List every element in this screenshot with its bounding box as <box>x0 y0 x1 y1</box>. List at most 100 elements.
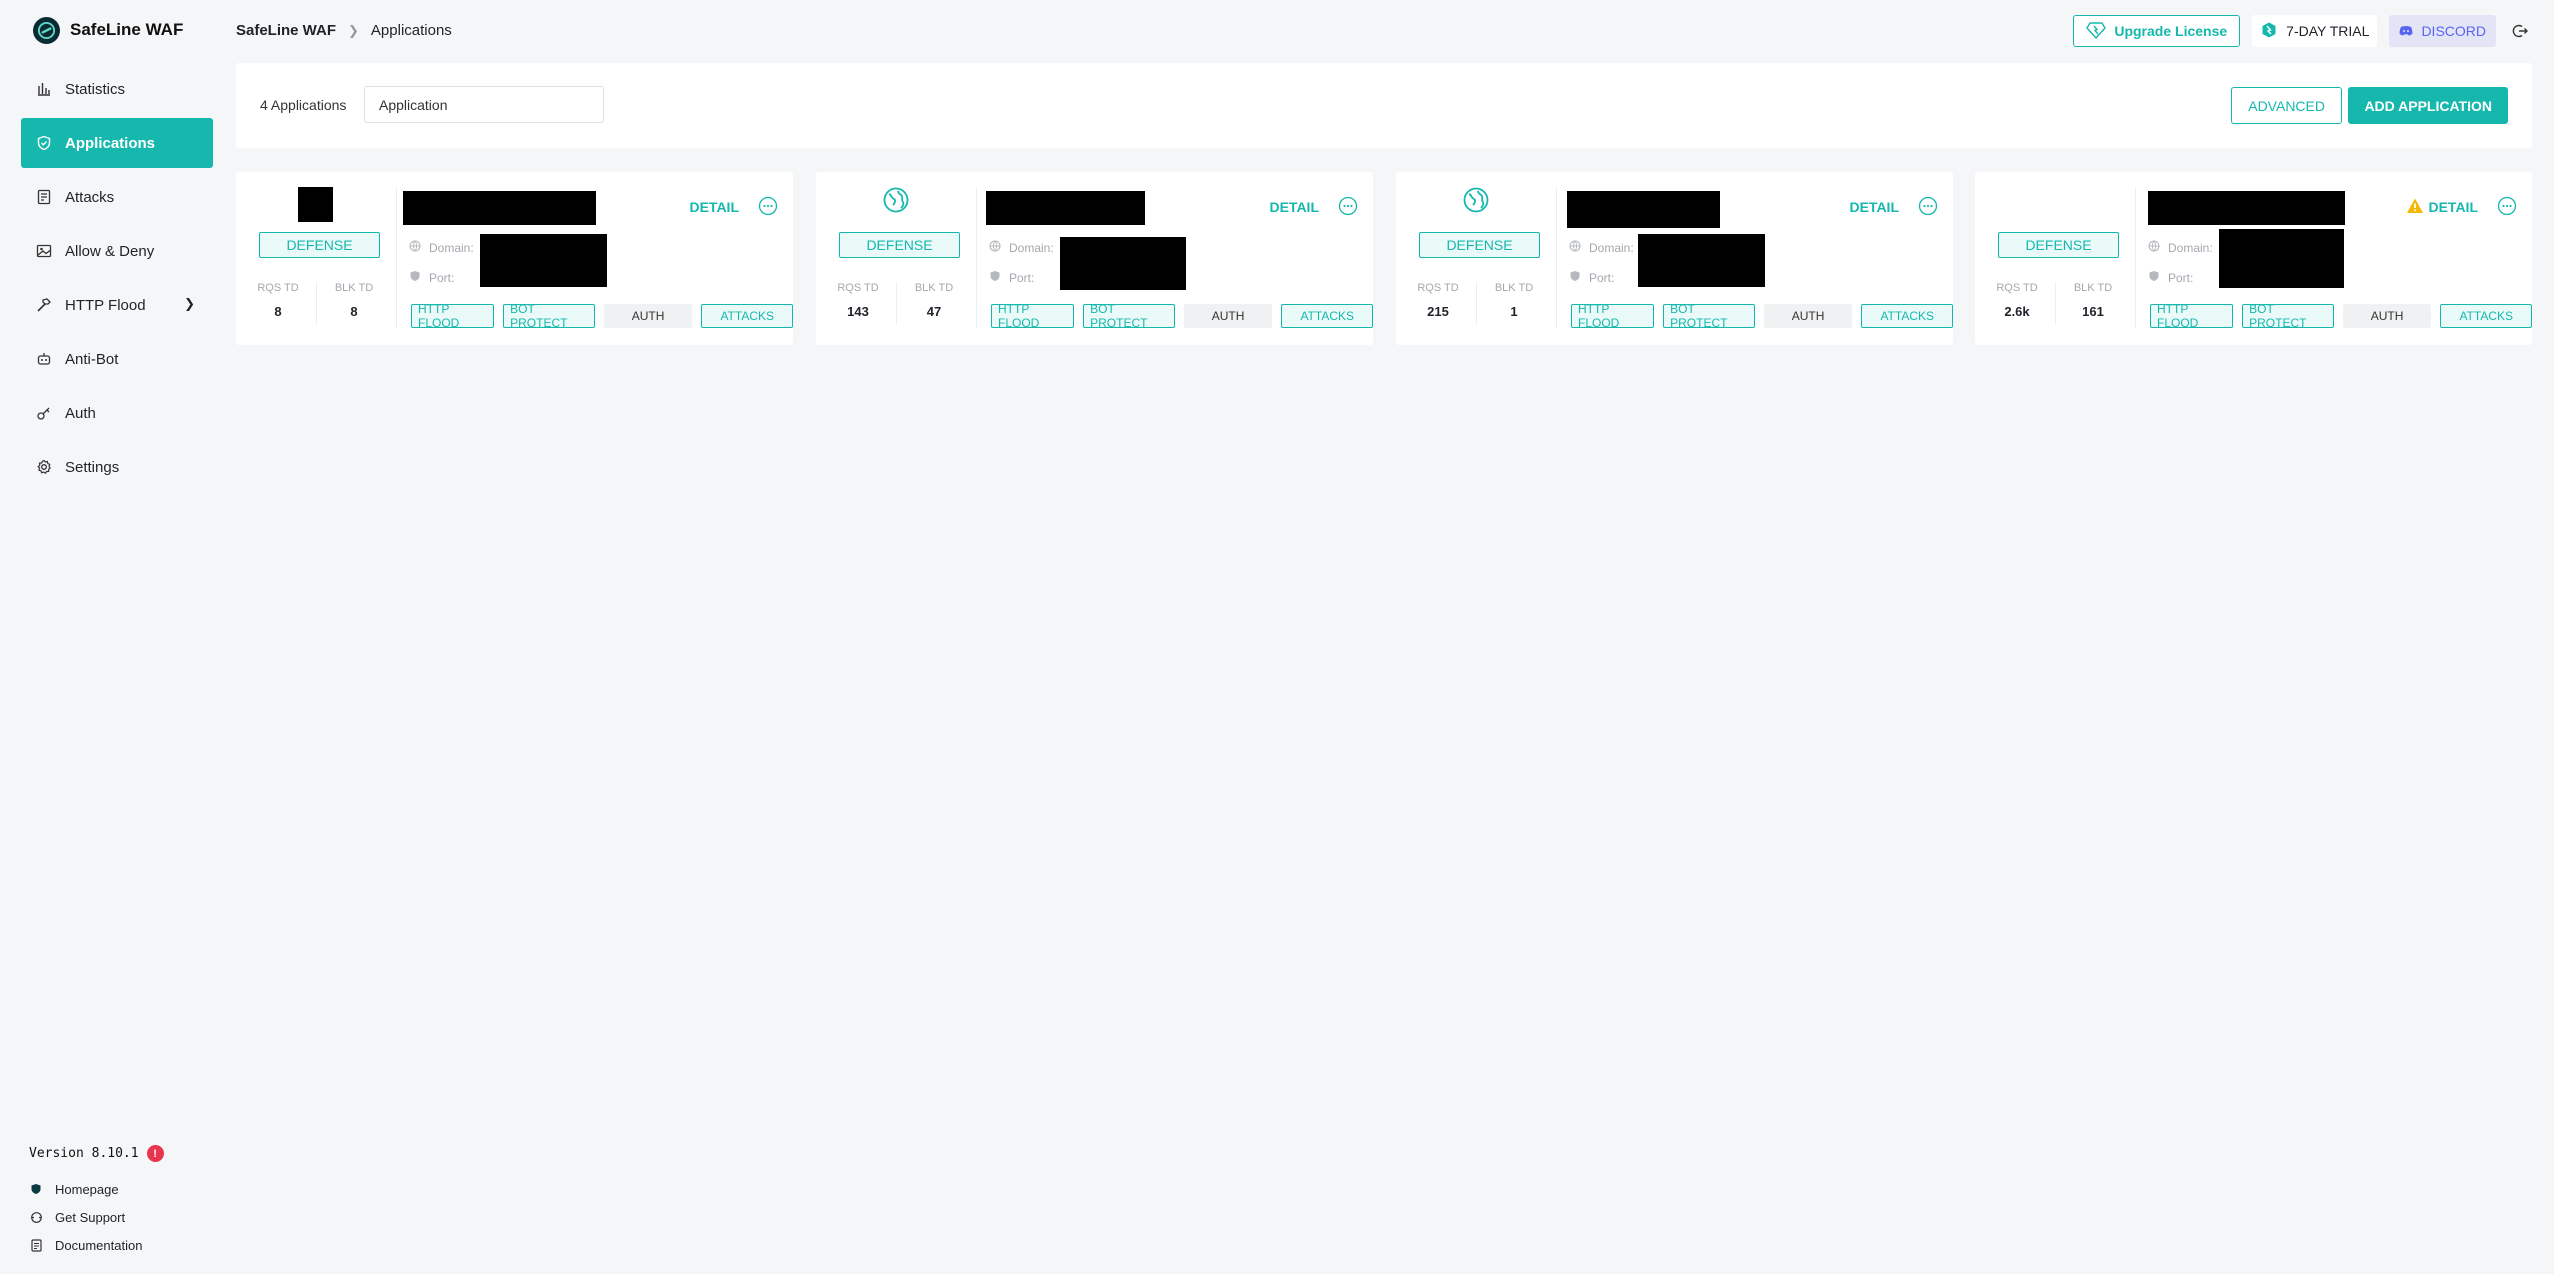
shield-icon <box>35 134 53 152</box>
app-name-redacted <box>1567 191 1720 228</box>
application-card[interactable]: DEFENSE RQS TD 8 BLK TD 8 DETAIL Domain:… <box>236 172 793 345</box>
version-label: Version 8.10.1 <box>29 1146 139 1161</box>
applications-toolbar: 4 Applications ADVANCED ADD APPLICATION <box>236 63 2532 148</box>
brand[interactable]: SafeLine WAF <box>33 15 183 45</box>
documentation-link[interactable]: Documentation <box>29 1231 142 1259</box>
blk-label: BLK TD <box>1494 282 1534 294</box>
card-divider <box>1556 188 1557 328</box>
domain-row: Domain: <box>2148 240 2213 255</box>
document-small-icon <box>29 1238 43 1252</box>
detail-link[interactable]: DETAIL <box>689 199 739 215</box>
attacks-tag[interactable]: ATTACKS <box>1861 304 1953 328</box>
blk-value: 161 <box>2082 304 2104 319</box>
stat-divider <box>896 282 897 324</box>
breadcrumb-root[interactable]: SafeLine WAF <box>236 22 336 39</box>
application-card[interactable]: DEFENSE RQS TD 2.6k BLK TD 161 DETAIL Do… <box>1975 172 2532 345</box>
sidebar: SafeLine WAF Statistics Applications Att… <box>0 0 225 1274</box>
feature-tags: HTTP FLOOD BOT PROTECT AUTH ATTACKS <box>2150 302 2532 330</box>
discord-icon <box>2399 23 2413 39</box>
logout-icon[interactable] <box>2508 19 2532 43</box>
hammer-icon <box>35 296 53 314</box>
image-icon <box>35 242 53 260</box>
application-card[interactable]: DEFENSE RQS TD 143 BLK TD 47 DETAIL Doma… <box>816 172 1373 345</box>
http-flood-tag[interactable]: HTTP FLOOD <box>991 302 1075 330</box>
domain-label: Domain: <box>1009 240 1054 255</box>
sidebar-item-settings[interactable]: Settings <box>21 442 213 492</box>
trial-label: 7-DAY TRIAL <box>2286 23 2370 39</box>
shield-small-icon <box>29 1183 43 1195</box>
port-row: Port: <box>409 270 454 285</box>
bot-protect-tag[interactable]: BOT PROTECT <box>2242 302 2334 330</box>
sidebar-item-statistics[interactable]: Statistics <box>21 64 213 114</box>
http-flood-tag[interactable]: HTTP FLOOD <box>411 302 495 330</box>
sidebar-item-label: Auth <box>65 404 96 422</box>
sidebar-item-anti-bot[interactable]: Anti-Bot <box>21 334 213 384</box>
detail-link[interactable]: DETAIL <box>2428 199 2478 215</box>
bot-protect-tag[interactable]: BOT PROTECT <box>1083 302 1175 330</box>
sidebar-item-http-flood[interactable]: HTTP Flood ❯ <box>21 280 213 330</box>
more-options-icon[interactable] <box>1338 196 1358 216</box>
support-icon <box>29 1211 43 1224</box>
feature-tags: HTTP FLOOD BOT PROTECT AUTH ATTACKS <box>1571 302 1953 330</box>
sidebar-item-auth[interactable]: Auth <box>21 388 213 438</box>
domain-icon <box>2148 240 2160 255</box>
detail-link[interactable]: DETAIL <box>1849 199 1899 215</box>
sidebar-item-label: Anti-Bot <box>65 350 119 368</box>
warning-icon[interactable] <box>2406 197 2424 215</box>
trial-button[interactable]: 7-DAY TRIAL <box>2252 15 2378 47</box>
upgrade-license-label: Upgrade License <box>2114 23 2228 39</box>
bot-protect-tag[interactable]: BOT PROTECT <box>1663 302 1755 330</box>
add-application-button[interactable]: ADD APPLICATION <box>2348 87 2508 124</box>
discord-label: DISCORD <box>2421 23 2486 39</box>
http-flood-tag[interactable]: HTTP FLOOD <box>2150 302 2234 330</box>
sidebar-item-applications[interactable]: Applications <box>21 118 213 168</box>
sidebar-item-allow-deny[interactable]: Allow & Deny <box>21 226 213 276</box>
port-label: Port: <box>1009 270 1035 285</box>
gear-icon <box>35 458 53 476</box>
defense-mode-tag[interactable]: DEFENSE <box>259 232 380 258</box>
footer-links: Homepage Get Support Documentation <box>29 1175 142 1259</box>
detail-link[interactable]: DETAIL <box>1269 199 1319 215</box>
application-card[interactable]: DEFENSE RQS TD 215 BLK TD 1 DETAIL Domai… <box>1396 172 1953 345</box>
advanced-button[interactable]: ADVANCED <box>2231 87 2342 124</box>
app-name-redacted <box>2148 191 2345 225</box>
port-label: Port: <box>2168 270 2194 285</box>
attacks-tag[interactable]: ATTACKS <box>2440 304 2532 328</box>
attacks-tag[interactable]: ATTACKS <box>701 304 793 328</box>
defense-mode-tag[interactable]: DEFENSE <box>1419 232 1540 258</box>
more-options-icon[interactable] <box>2497 196 2517 216</box>
auth-tag[interactable]: AUTH <box>1183 304 1273 328</box>
sidebar-item-label: HTTP Flood <box>65 296 146 314</box>
more-options-icon[interactable] <box>758 196 778 216</box>
update-alert-icon[interactable]: ! <box>146 1145 164 1162</box>
auth-tag[interactable]: AUTH <box>2342 304 2432 328</box>
sidebar-item-attacks[interactable]: Attacks <box>21 172 213 222</box>
homepage-link[interactable]: Homepage <box>29 1175 142 1203</box>
stat-divider <box>1476 282 1477 324</box>
upgrade-license-button[interactable]: Upgrade License <box>2073 15 2241 47</box>
version-info: Version 8.10.1 ! <box>29 1145 164 1162</box>
discord-button[interactable]: DISCORD <box>2389 15 2496 47</box>
bot-protect-tag[interactable]: BOT PROTECT <box>503 302 595 330</box>
sidebar-nav: Statistics Applications Attacks Allow & … <box>21 64 213 496</box>
more-options-icon[interactable] <box>1918 196 1938 216</box>
blk-label: BLK TD <box>914 282 954 294</box>
http-flood-tag[interactable]: HTTP FLOOD <box>1571 302 1655 330</box>
rqs-stat: RQS TD 2.6k <box>1987 282 2047 319</box>
domain-row: Domain: <box>1569 240 1634 255</box>
search-input[interactable] <box>364 86 604 123</box>
attacks-tag[interactable]: ATTACKS <box>1281 304 1373 328</box>
domain-icon <box>409 240 421 255</box>
application-count: 4 Applications <box>260 97 347 113</box>
blk-value: 1 <box>1510 304 1518 319</box>
auth-tag[interactable]: AUTH <box>1763 304 1853 328</box>
card-divider <box>396 188 397 328</box>
rqs-value: 2.6k <box>2004 304 2030 319</box>
auth-tag[interactable]: AUTH <box>603 304 693 328</box>
defense-mode-tag[interactable]: DEFENSE <box>839 232 960 258</box>
rqs-value: 8 <box>274 304 282 319</box>
get-support-link[interactable]: Get Support <box>29 1203 142 1231</box>
stat-divider <box>2055 282 2056 324</box>
defense-mode-tag[interactable]: DEFENSE <box>1998 232 2119 258</box>
blk-label: BLK TD <box>334 282 374 294</box>
